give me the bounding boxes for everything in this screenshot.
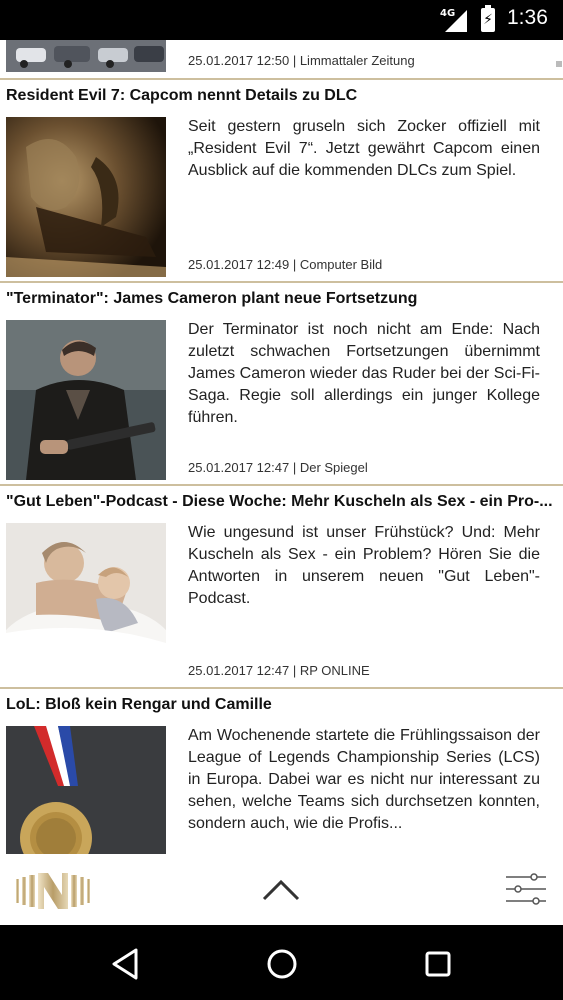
home-circle-icon[interactable]	[262, 944, 302, 984]
back-triangle-icon[interactable]	[106, 944, 146, 984]
article-thumbnail[interactable]	[6, 117, 166, 277]
system-nav-bar	[0, 925, 563, 1000]
article-title[interactable]: LoL: Bloß kein Rengar und Camille	[6, 696, 556, 714]
meta-separator: |	[289, 460, 300, 475]
article-title[interactable]: "Gut Leben"-Podcast - Diese Woche: Mehr …	[6, 493, 556, 511]
article-card[interactable]: LoL: Bloß kein Rengar und Camille Am Woc…	[0, 689, 563, 855]
article-source: Computer Bild	[299, 257, 383, 272]
sliders-icon[interactable]	[504, 871, 548, 907]
article-teaser: Seit gestern gruseln sich Zocker offizie…	[188, 118, 540, 179]
article-source: Limmattaler Zeitung	[299, 53, 415, 68]
article-date: 25.01.2017 12:50	[188, 53, 290, 68]
meta-separator: |	[289, 663, 300, 678]
article-date: 25.01.2017 12:47	[188, 460, 290, 475]
chevron-up-icon[interactable]	[256, 869, 306, 909]
article-thumbnail[interactable]	[6, 726, 166, 854]
article-thumbnail[interactable]	[6, 320, 166, 480]
app-logo-icon[interactable]	[16, 873, 90, 909]
article-teaser: Am Wochenende startete die Frühlingssais…	[188, 727, 540, 832]
article-card[interactable]: "Gut Leben"-Podcast - Diese Woche: Mehr …	[0, 486, 563, 689]
meta-separator: |	[289, 257, 300, 272]
battery-icon: ⚡	[481, 5, 495, 32]
article-source: RP ONLINE	[299, 663, 370, 678]
meta-separator: |	[289, 53, 300, 68]
scrollbar-indicator[interactable]	[556, 61, 562, 67]
article-meta: 25.01.2017 12:47 | RP ONLINE	[188, 663, 370, 678]
article-date: 25.01.2017 12:47	[188, 663, 290, 678]
article-thumbnail[interactable]	[6, 40, 166, 72]
article-thumbnail[interactable]	[6, 523, 166, 683]
article-card[interactable]: 25.01.2017 12:50 | Limmattaler Zeitung	[0, 40, 563, 80]
article-teaser: Der Terminator ist noch nicht am Ende: N…	[188, 321, 540, 426]
article-title[interactable]: "Terminator": James Cameron plant neue F…	[6, 290, 556, 308]
article-card[interactable]: Resident Evil 7: Capcom nennt Details zu…	[0, 80, 563, 283]
bottom-app-bar	[0, 855, 563, 925]
article-date: 25.01.2017 12:49	[188, 257, 290, 272]
signal-icon	[445, 10, 467, 32]
status-bar: 4G ⚡ 1:36	[0, 0, 563, 40]
article-title[interactable]: Resident Evil 7: Capcom nennt Details zu…	[6, 87, 556, 105]
news-feed[interactable]: 25.01.2017 12:50 | Limmattaler Zeitung R…	[0, 40, 563, 855]
article-card[interactable]: "Terminator": James Cameron plant neue F…	[0, 283, 563, 486]
article-source: Der Spiegel	[299, 460, 368, 475]
article-meta: 25.01.2017 12:47 | Der Spiegel	[188, 460, 368, 475]
article-teaser: Wie ungesund ist unser Frühstück? Und: M…	[188, 524, 540, 607]
article-meta: 25.01.2017 12:49 | Computer Bild	[188, 257, 382, 272]
recent-square-icon[interactable]	[418, 944, 458, 984]
status-clock: 1:36	[507, 6, 548, 29]
article-meta: 25.01.2017 12:50 | Limmattaler Zeitung	[188, 53, 415, 68]
